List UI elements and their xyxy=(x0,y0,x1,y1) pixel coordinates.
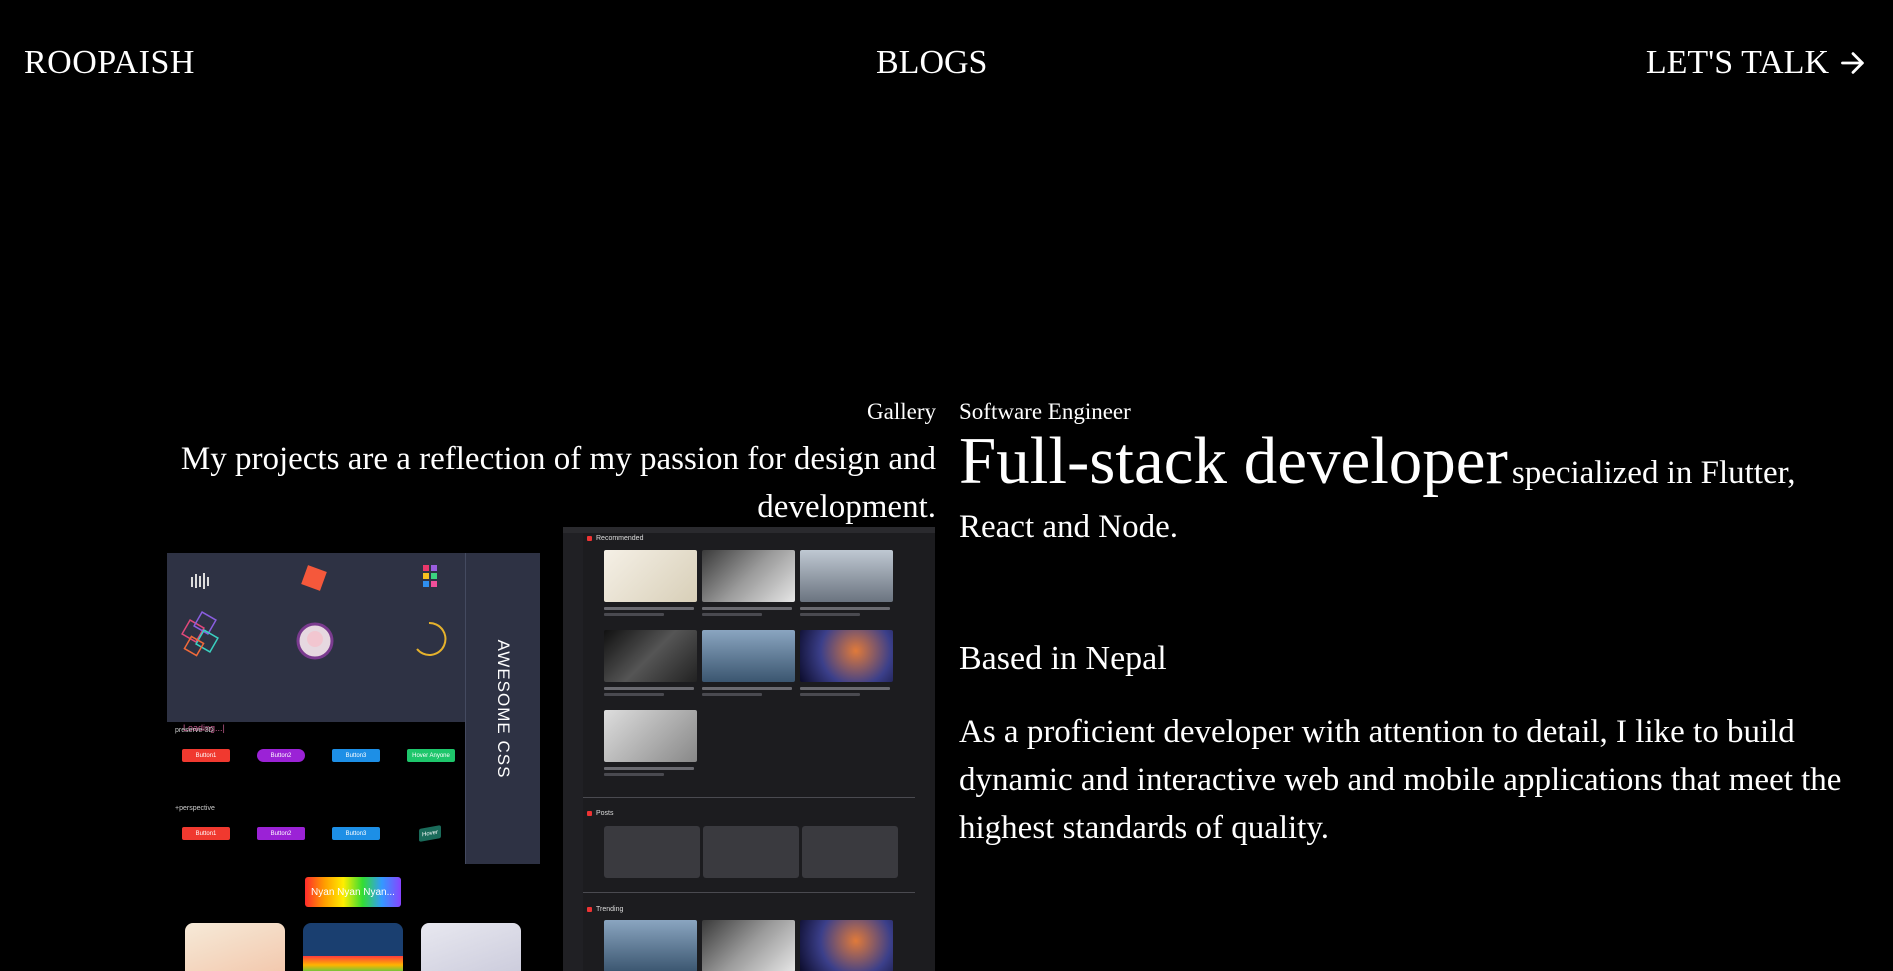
headline: Full-stack developer specialized in Flut… xyxy=(959,428,1865,557)
gallery-link[interactable]: Gallery xyxy=(867,399,936,425)
role-label: Software Engineer xyxy=(959,399,1131,424)
project-awesome-css-thumbnail[interactable]: Loading...| AWESOME CSS preserve-3D Butt… xyxy=(167,527,540,971)
video-thumbnail xyxy=(702,630,795,682)
video-thumbnail xyxy=(604,710,697,762)
section-divider xyxy=(583,892,915,893)
video-thumbnail xyxy=(800,550,893,602)
css-demo-shapes xyxy=(181,565,447,660)
post-card xyxy=(802,826,898,878)
video-app-sidebar xyxy=(563,533,583,971)
css-demo-button: Hover Anyone xyxy=(407,749,455,762)
video-thumbnail xyxy=(800,920,893,971)
css-demo-button: Hover xyxy=(419,825,441,842)
css-row-label: +perspective xyxy=(175,805,215,812)
css-demo-button: Button1 xyxy=(182,749,230,762)
css-demo-button: Button1 xyxy=(182,827,230,840)
video-section-heading: Recommended xyxy=(587,535,643,542)
nyan-banner: Nyan Nyan Nyan... xyxy=(305,877,401,907)
video-section-heading: Trending xyxy=(587,906,623,913)
lets-talk-label: LET'S TALK xyxy=(1645,44,1829,81)
nav-blogs-link[interactable]: BLOGS xyxy=(876,44,987,82)
css-demo-button: Button2 xyxy=(257,749,305,762)
video-app-header xyxy=(563,527,935,533)
nyan-cat-card xyxy=(303,923,403,971)
css-title-panel: AWESOME CSS xyxy=(465,553,540,864)
post-card xyxy=(703,826,799,878)
css-demo-button: Button3 xyxy=(332,749,380,762)
location-text: Based in Nepal xyxy=(959,640,1167,677)
gallery-description: My projects are a reflection of my passi… xyxy=(180,441,936,525)
video-thumbnail xyxy=(604,550,697,602)
video-thumbnail xyxy=(702,550,795,602)
css-demo-button: Button3 xyxy=(332,827,380,840)
anime-card xyxy=(421,923,521,971)
post-card xyxy=(604,826,700,878)
anime-card xyxy=(185,923,285,971)
css-demo-button: Button2 xyxy=(257,827,305,840)
project-video-app-thumbnail[interactable]: Recommended Posts Trending xyxy=(563,527,935,971)
bio-paragraph: As a proficient developer with attention… xyxy=(959,714,1842,846)
video-thumbnail xyxy=(604,920,697,971)
video-thumbnail xyxy=(800,630,893,682)
css-project-title: AWESOME CSS xyxy=(494,639,513,778)
headline-title: Full-stack developer xyxy=(959,424,1508,498)
video-section-heading: Posts xyxy=(587,810,614,817)
site-logo-link[interactable]: ROOPAISH xyxy=(24,44,195,82)
arrow-right-icon xyxy=(1841,52,1864,74)
lets-talk-link[interactable]: LET'S TALK xyxy=(1646,44,1867,82)
video-thumbnail xyxy=(604,630,697,682)
section-divider xyxy=(583,797,915,798)
css-demo-panel: Loading...| xyxy=(167,553,465,733)
video-thumbnail xyxy=(702,920,795,971)
css-row-label: preserve-3D xyxy=(175,727,214,734)
